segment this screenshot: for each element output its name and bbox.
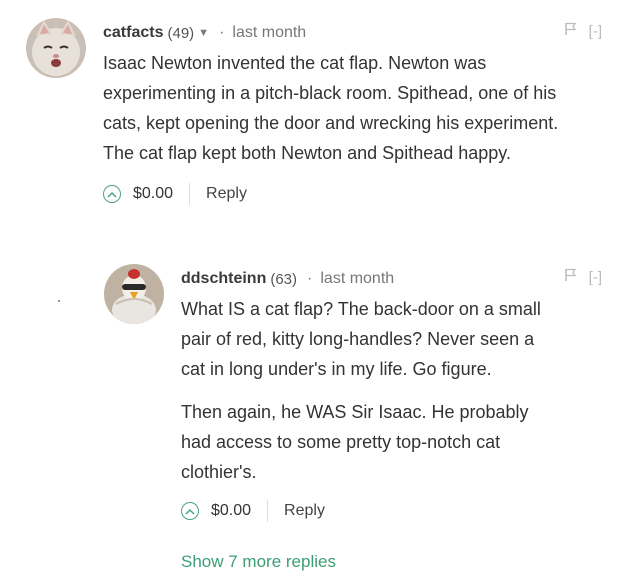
divider: [189, 183, 191, 205]
reply-button[interactable]: Reply: [284, 502, 325, 520]
comment-actions: $0.00 Reply: [181, 494, 616, 528]
show-more-replies-link[interactable]: Show 7 more replies: [181, 552, 336, 572]
timestamp[interactable]: last month: [320, 270, 394, 288]
comment-paragraph: Then again, he WAS Sir Isaac. He probabl…: [181, 402, 529, 482]
reply-button[interactable]: Reply: [206, 185, 247, 203]
upvote-icon[interactable]: [181, 502, 199, 520]
dropdown-caret-icon[interactable]: ▼: [198, 27, 209, 39]
author-name[interactable]: ddschteinn: [181, 270, 266, 288]
comment-paragraph: Isaac Newton invented the cat flap. Newt…: [103, 53, 559, 163]
timestamp[interactable]: last month: [232, 24, 306, 42]
cat-avatar: [26, 18, 86, 78]
flag-icon[interactable]: [564, 22, 577, 40]
separator-dot: ·: [219, 24, 225, 41]
comment-meta: ddschteinn (63) · last month [-]: [181, 264, 616, 294]
reputation: (63): [270, 270, 298, 288]
divider: [267, 500, 269, 522]
comment-meta: catfacts (49) ▼ · last month [-]: [103, 18, 616, 48]
collapse-button[interactable]: [-]: [589, 23, 602, 40]
payout-amount: $0.00: [133, 185, 174, 202]
divider: [58, 300, 60, 302]
comment-text: Isaac Newton invented the cat flap. Newt…: [103, 48, 573, 168]
author-name[interactable]: catfacts: [103, 24, 163, 42]
comment-body: catfacts (49) ▼ · last month [-] Isaac N…: [103, 18, 616, 211]
comment-paragraph: What IS a cat flap? The back-door on a s…: [181, 299, 541, 379]
flag-icon[interactable]: [564, 268, 577, 286]
costume-avatar: [104, 264, 164, 324]
comment-body: ddschteinn (63) · last month [-] What IS…: [181, 264, 616, 528]
collapse-button[interactable]: [-]: [589, 269, 602, 286]
upvote-icon[interactable]: [103, 185, 121, 203]
reputation: (49): [167, 24, 195, 42]
avatar[interactable]: [26, 18, 86, 78]
comment-text: What IS a cat flap? The back-door on a s…: [181, 294, 561, 487]
payout-amount: $0.00: [211, 502, 252, 519]
separator-dot: ·: [307, 270, 313, 287]
avatar[interactable]: [104, 264, 164, 324]
comment-actions: $0.00 Reply: [103, 177, 616, 211]
